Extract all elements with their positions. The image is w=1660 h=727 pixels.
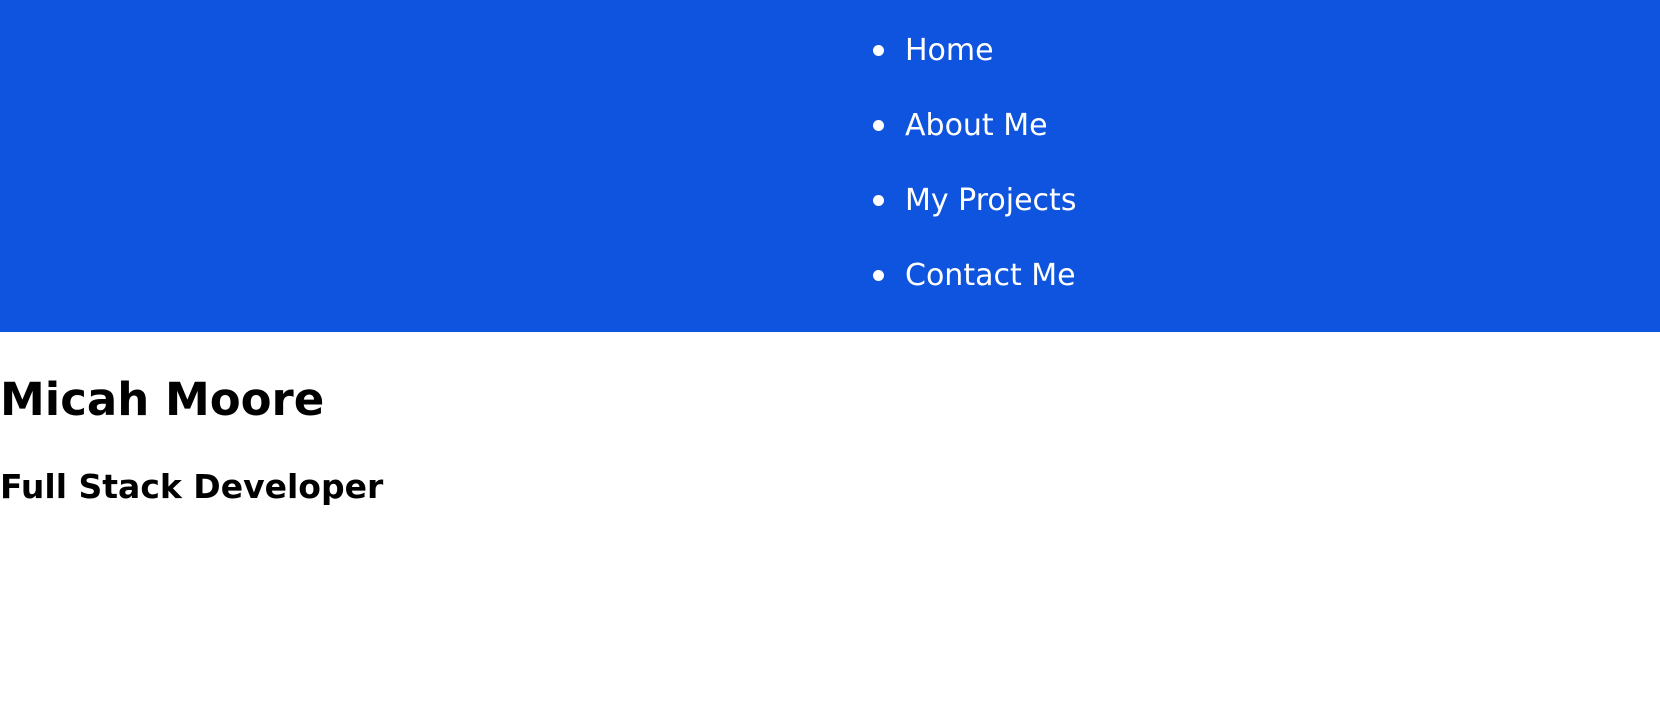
nav-item-my-projects[interactable]: My Projects: [873, 181, 1076, 256]
nav-list: Home About Me My Projects Contact Me: [873, 31, 1076, 331]
site-header: Home About Me My Projects Contact Me: [0, 0, 1660, 332]
bullet-icon: [873, 195, 884, 206]
nav-link-home[interactable]: Home: [905, 31, 994, 71]
nav-item-home[interactable]: Home: [873, 31, 1076, 106]
nav-link-contact-me[interactable]: Contact Me: [905, 256, 1076, 296]
bullet-icon: [873, 120, 884, 131]
name-heading: Micah Moore: [0, 373, 325, 426]
nav-link-about-me[interactable]: About Me: [905, 106, 1048, 146]
role-heading: Full Stack Developer: [0, 467, 384, 506]
nav-item-contact-me[interactable]: Contact Me: [873, 256, 1076, 331]
bullet-icon: [873, 45, 884, 56]
nav-item-about-me[interactable]: About Me: [873, 106, 1076, 181]
nav-link-my-projects[interactable]: My Projects: [905, 181, 1076, 221]
bullet-icon: [873, 270, 884, 281]
